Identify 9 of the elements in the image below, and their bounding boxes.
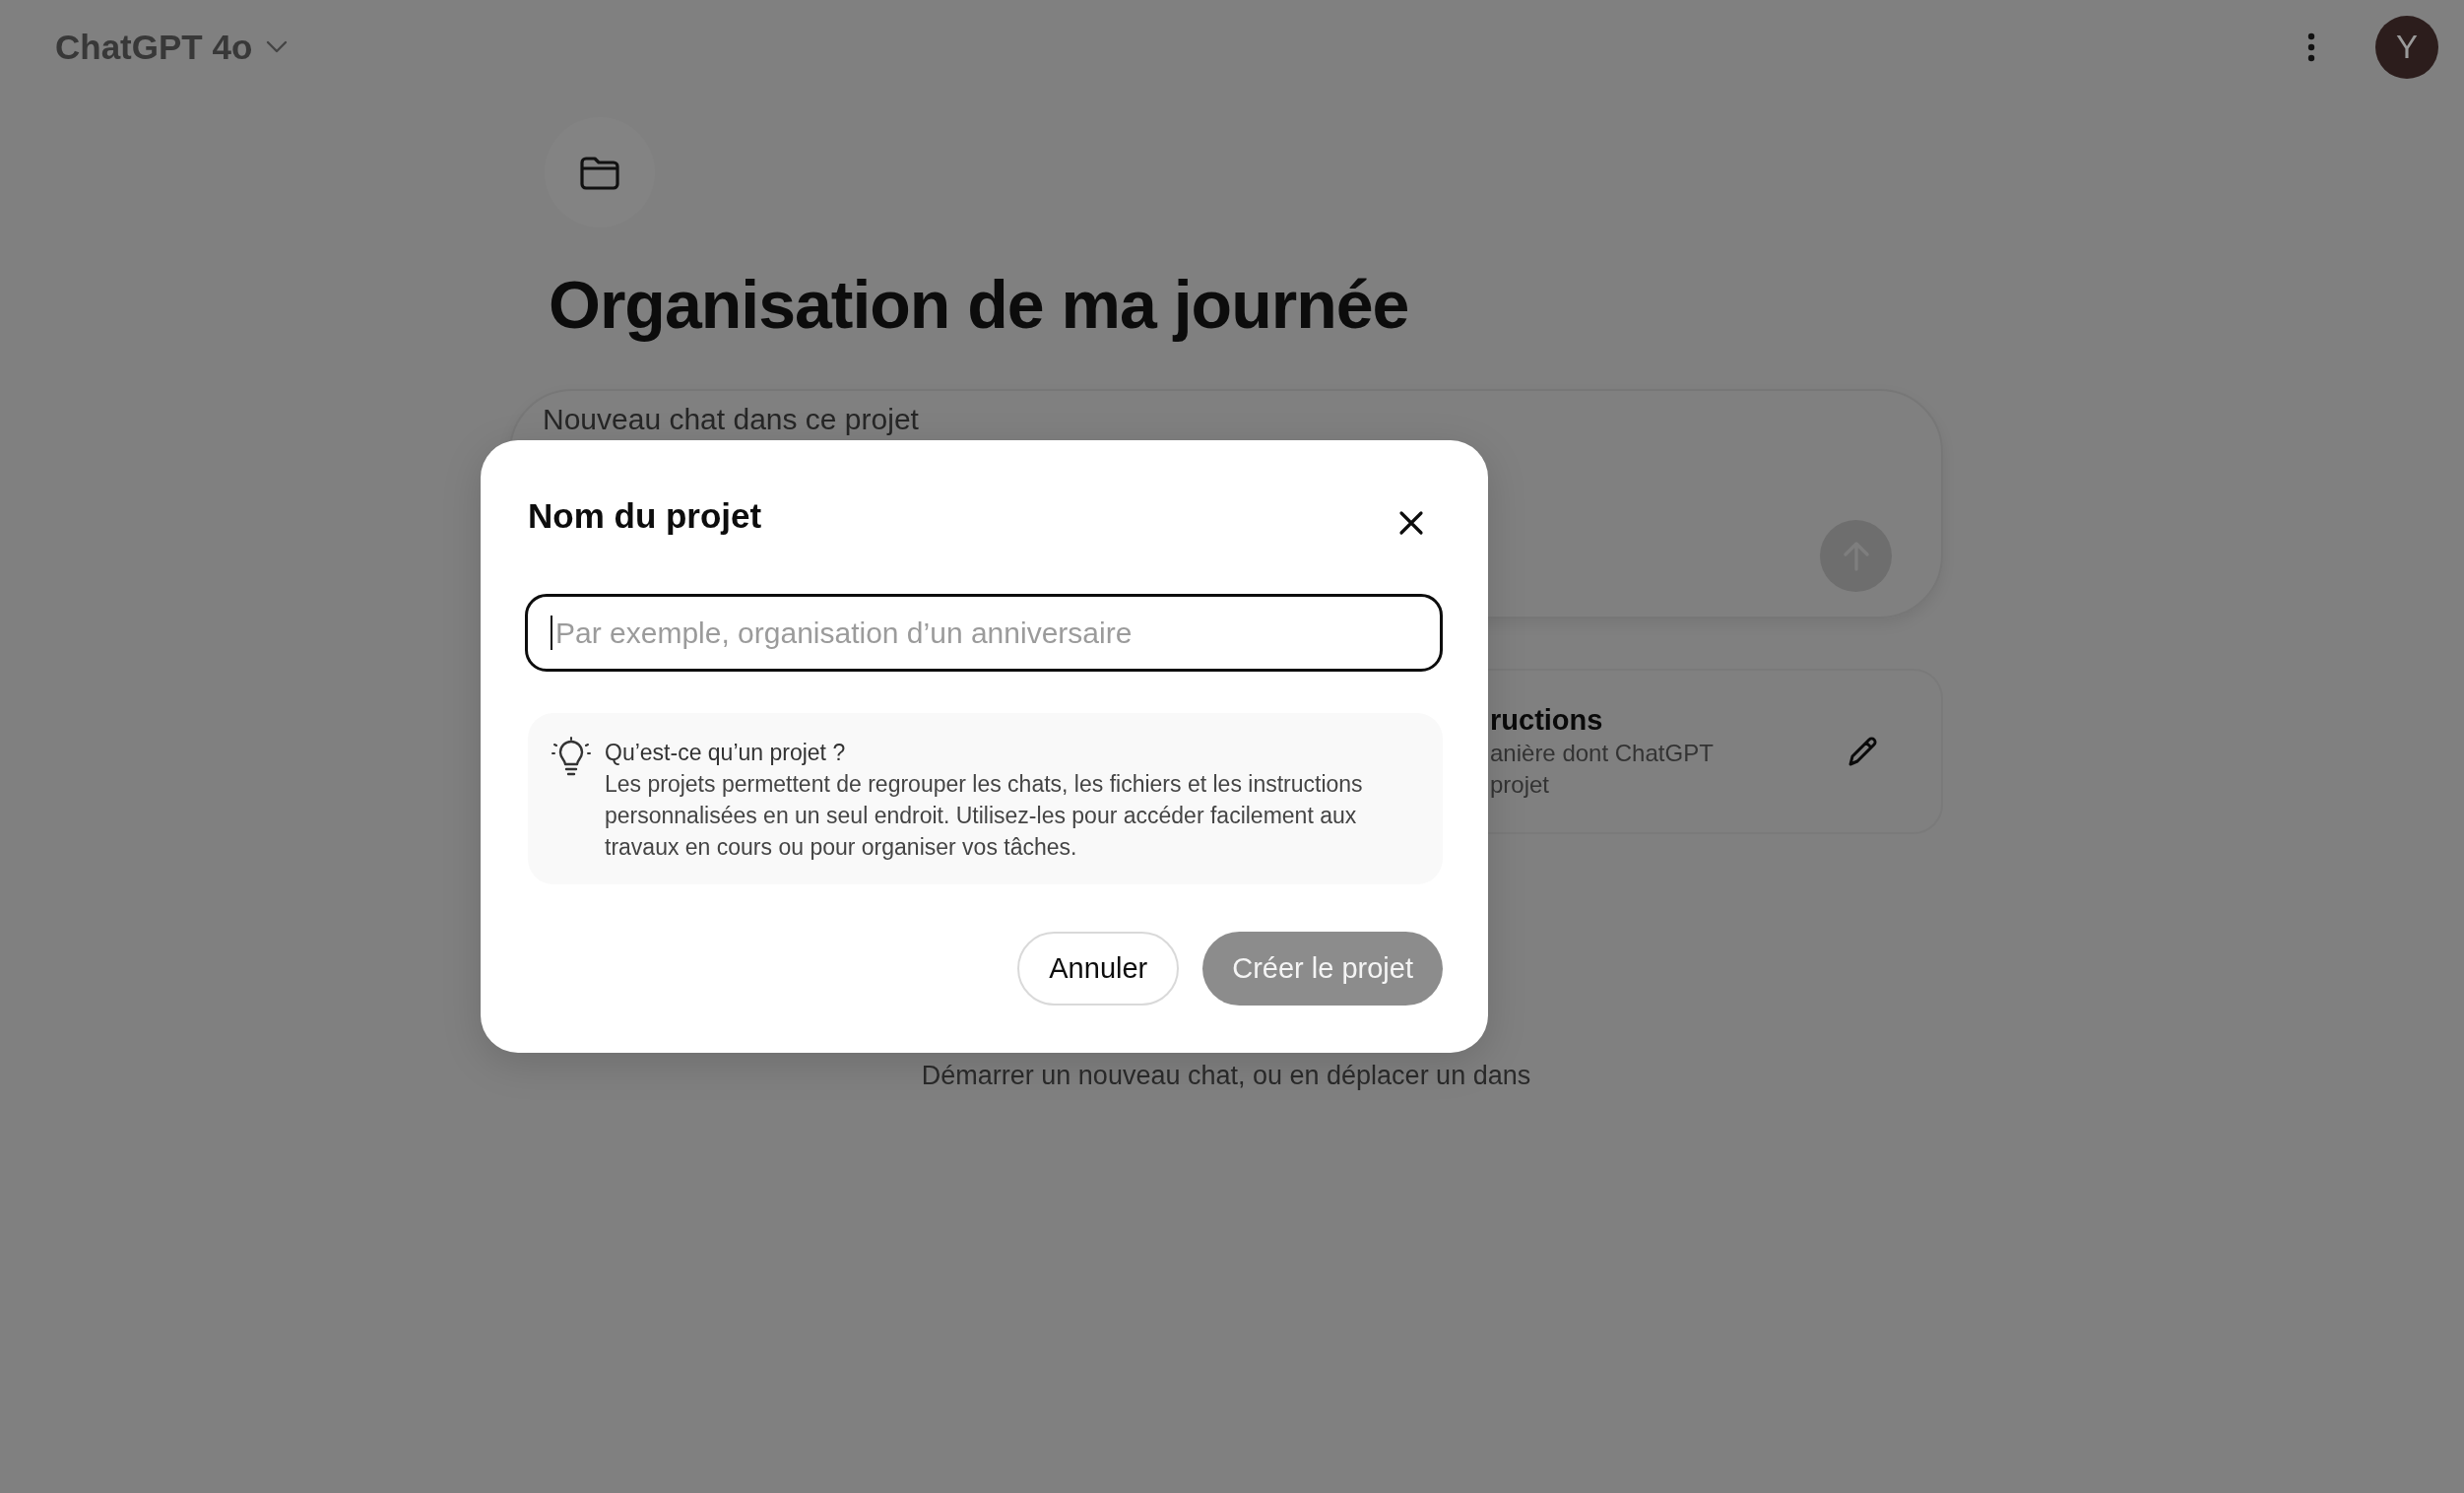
card-title: ructions: [1490, 703, 1604, 738]
project-title: Organisation de ma journée: [549, 266, 1410, 344]
dialog-title: Nom du projet: [528, 496, 762, 536]
card-description: projet: [1490, 770, 1551, 800]
info-heading: Qu’est-ce qu’un projet ?: [605, 739, 847, 767]
composer-placeholder: Nouveau chat dans ce projet: [543, 403, 919, 436]
info-text: Les projets permettent de regrouper les chats, les fichiers et les instructions personnalisées en un seul endroit. Utilisez-les pour accéder facilement aux travaux en cours ou pour organiser vos tâches.: [605, 770, 1364, 862]
empty-state-text: Démarrer un nouveau chat, ou en déplacer un dans: [921, 1061, 1531, 1091]
card-description: anière dont ChatGPT: [1490, 739, 1715, 768]
